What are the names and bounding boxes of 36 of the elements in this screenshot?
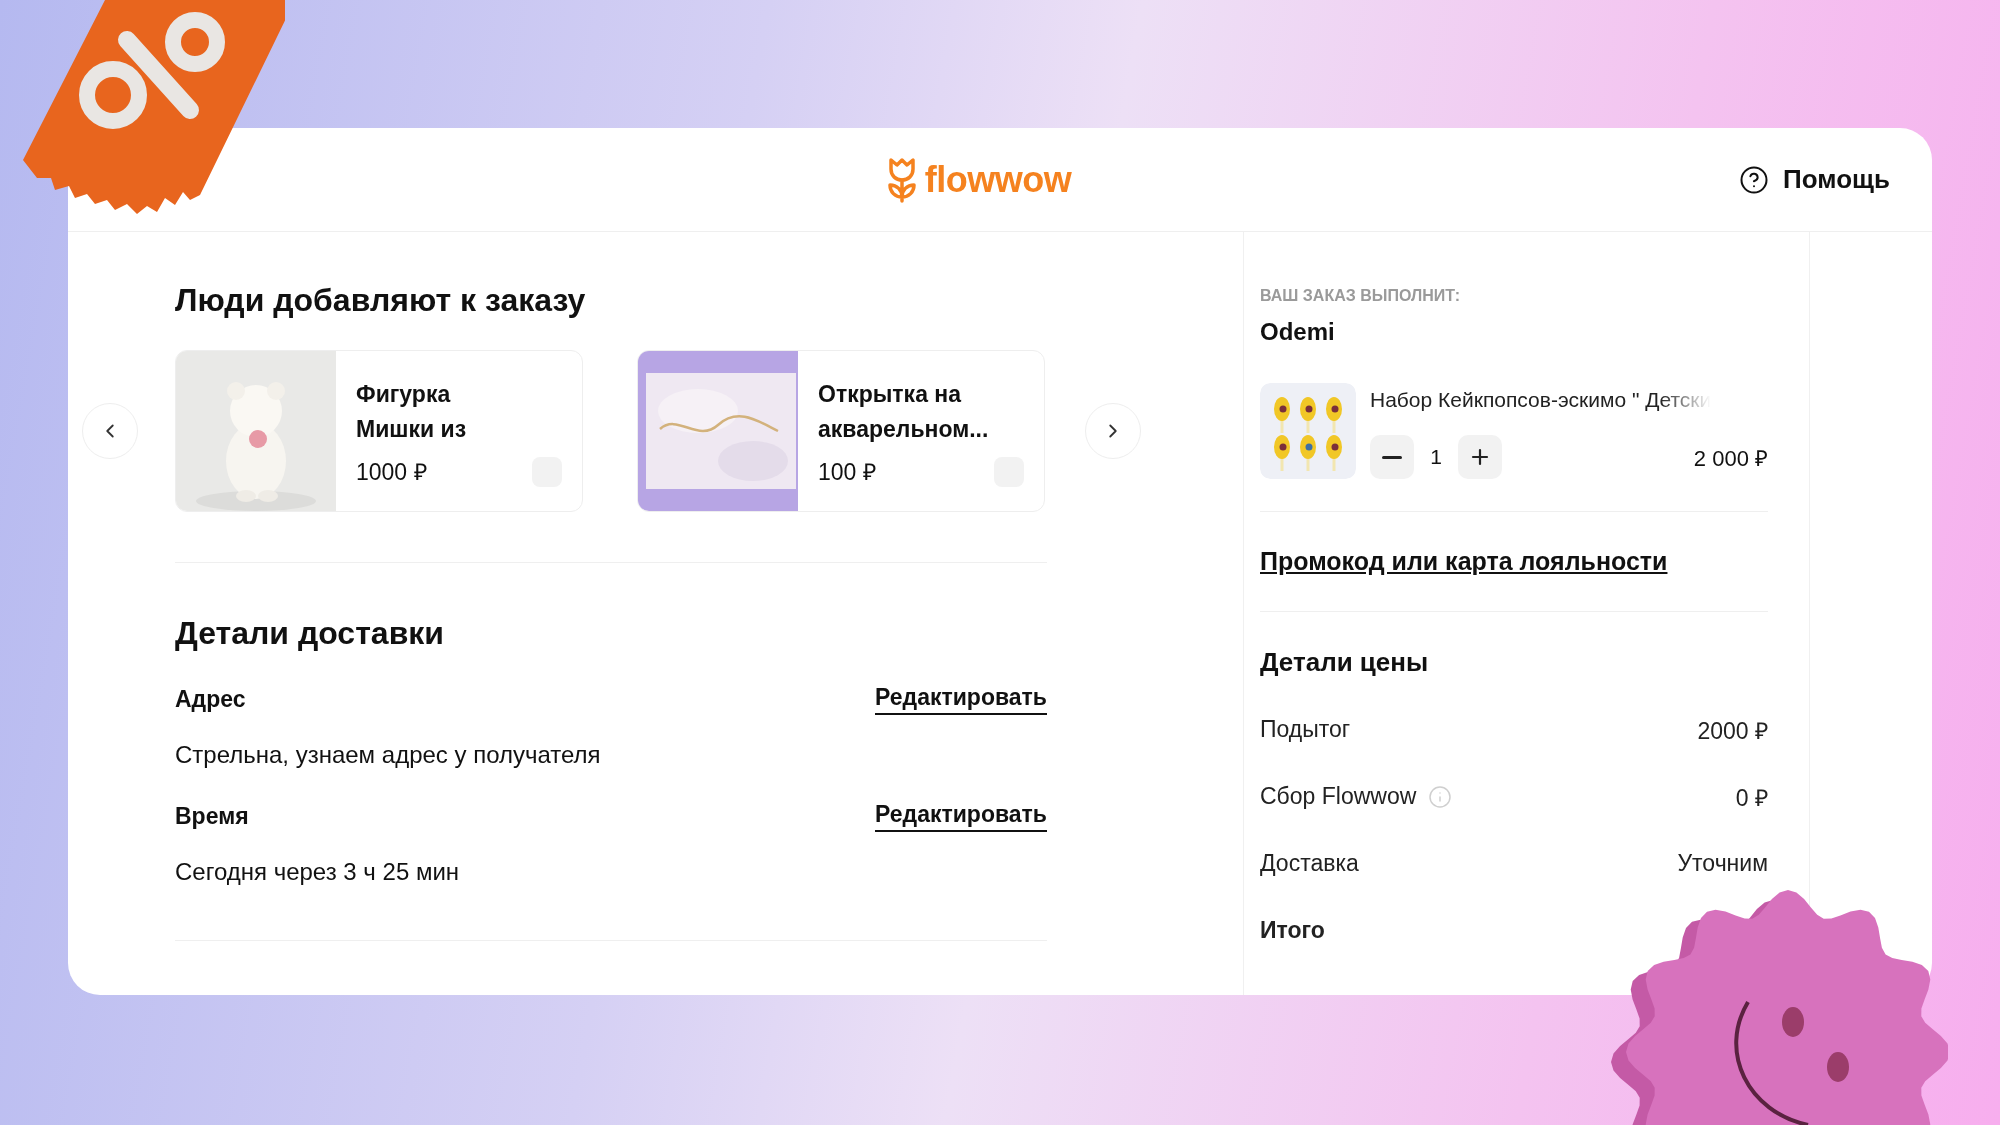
price-label: Сбор Flowwow [1260, 783, 1417, 810]
info-icon[interactable] [1428, 784, 1453, 809]
product-price: 100 ₽ [818, 458, 876, 487]
minus-icon [1382, 455, 1402, 459]
promo-link[interactable]: Промокод или карта лояльности [1260, 544, 1668, 578]
help-icon [1739, 164, 1770, 195]
help-link[interactable]: Помощь [1739, 164, 1890, 195]
price-label: Итого [1260, 917, 1325, 944]
item-price: 2 000 ₽ [1693, 445, 1768, 472]
previous-button[interactable] [82, 403, 138, 459]
field-label: Адрес [175, 685, 246, 713]
increase-button[interactable] [1458, 435, 1502, 479]
caption: ВАШ ЗАКАЗ ВЫПОЛНИТ: [1260, 286, 1462, 306]
seller-name: Odemi [1260, 317, 1336, 347]
field-value: Стрельна, узнаем адрес у получателя [175, 740, 602, 770]
product-name: Фигурка Мишки из [356, 380, 468, 444]
field-value: Сегодня через 3 ч 25 мин [175, 857, 461, 887]
product-card[interactable]: Открытка на акварельном... 100 ₽ [637, 350, 1045, 512]
edit-link[interactable]: Редактировать [875, 800, 1047, 832]
product-name: Открытка на акварельном... [818, 380, 990, 444]
price-value: 2000 ₽ [1697, 716, 1768, 746]
decrease-button[interactable] [1370, 435, 1414, 479]
edit-link[interactable]: Редактировать [875, 683, 1047, 715]
price-value: 0 ₽ [1735, 783, 1768, 813]
price-value: Уточним [1677, 850, 1768, 877]
product-price: 1000 ₽ [356, 458, 427, 487]
tulip-icon [886, 156, 917, 203]
section-title: Детали цены [1260, 646, 1430, 679]
section-title: Детали доставки [175, 614, 445, 653]
field-label: Время [175, 802, 249, 830]
quantity-value: 1 [1429, 445, 1443, 469]
price-label: Доставка [1260, 850, 1359, 877]
price-label: Подытог [1260, 716, 1351, 743]
section-title: Люди добавляют к заказу [175, 281, 587, 320]
product-card[interactable]: Фигурка Мишки из 1000 ₽ [175, 350, 583, 512]
next-button[interactable] [1085, 403, 1141, 459]
